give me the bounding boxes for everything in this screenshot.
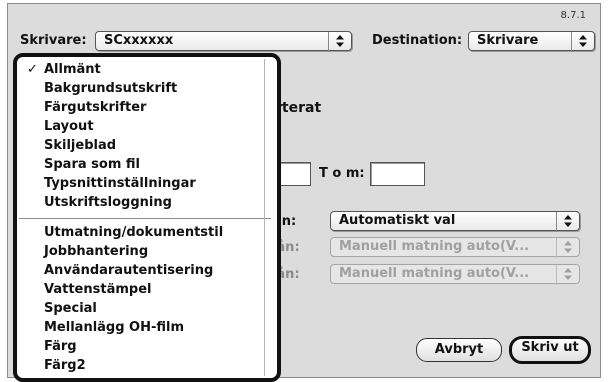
menu-item-farg2[interactable]: Färg2 (19, 356, 271, 375)
menu-item-label: Layout (44, 119, 94, 134)
menu-item-label: Allmänt (44, 62, 101, 77)
source1-value: Automatiskt val (339, 213, 456, 228)
menu-separator (19, 218, 271, 219)
updown-arrows-icon (556, 212, 579, 232)
check-icon: ✓ (27, 62, 38, 77)
menu-item-label: Typsnittinställningar (44, 176, 196, 191)
menu-item-label: Färgutskrifter (44, 100, 147, 115)
printer-value: SCxxxxxx (104, 33, 174, 48)
to-page-field[interactable] (370, 162, 425, 186)
updown-arrows-icon (556, 238, 579, 258)
menu-item-anvandarautentisering[interactable]: Användarautentisering (19, 261, 271, 280)
menu-item-allmant[interactable]: ✓ Allmänt (19, 60, 271, 79)
source3-popup: Manuell matning auto(V... (330, 264, 580, 285)
version-label: 8.7.1 (560, 10, 586, 21)
menu-item-label: Mellanlägg OH-film (44, 320, 185, 335)
menu-item-label: Användarautentisering (44, 263, 214, 278)
print-button[interactable]: Skriv ut (509, 336, 591, 364)
menu-item-typsnittinstallningar[interactable]: Typsnittinställningar (19, 174, 271, 193)
panel-menu: ✓ Allmänt Bakgrundsutskrift Färgutskrift… (13, 53, 281, 382)
menu-item-fargutskrifter[interactable]: Färgutskrifter (19, 98, 271, 117)
menu-item-jobbhantering[interactable]: Jobbhantering (19, 242, 271, 261)
source3-value: Manuell matning auto(V... (339, 266, 530, 281)
menu-item-label: Special (44, 301, 97, 316)
menu-item-label: Färg2 (44, 358, 86, 373)
printer-label: Skrivare: (20, 33, 87, 48)
source2-popup: Manuell matning auto(V... (330, 237, 580, 258)
menu-item-skiljeblad[interactable]: Skiljeblad (19, 136, 271, 155)
updown-arrows-icon (571, 32, 594, 52)
menu-item-label: Jobbhantering (44, 244, 149, 259)
menu-item-farg[interactable]: Färg (19, 337, 271, 356)
partial-radio-label: rterat (275, 100, 322, 116)
cancel-button[interactable]: Avbryt (416, 338, 502, 362)
updown-arrows-icon (328, 32, 351, 52)
updown-arrows-icon (556, 265, 579, 285)
menu-item-label: Utskriftsloggning (44, 195, 172, 210)
source1-popup[interactable]: Automatiskt val (330, 211, 580, 232)
panel-menu-list: ✓ Allmänt Bakgrundsutskrift Färgutskrift… (19, 60, 271, 375)
menu-item-label: Skiljeblad (44, 138, 117, 153)
menu-item-utskriftsloggning[interactable]: Utskriftsloggning (19, 193, 271, 212)
menu-item-special[interactable]: Special (19, 299, 271, 318)
menu-item-label: Vattenstämpel (44, 282, 152, 297)
menu-item-mellanlagg[interactable]: Mellanlägg OH-film (19, 318, 271, 337)
menu-item-bakgrundsutskrift[interactable]: Bakgrundsutskrift (19, 79, 271, 98)
source2-value: Manuell matning auto(V... (339, 239, 530, 254)
menu-item-label: Utmatning/dokumentstil (44, 225, 224, 240)
menu-item-spara-som-fil[interactable]: Spara som fil (19, 155, 271, 174)
menu-item-utmatning[interactable]: Utmatning/dokumentstil (19, 223, 271, 242)
menu-item-label: Färg (44, 339, 77, 354)
destination-label: Destination: (372, 33, 463, 48)
destination-popup[interactable]: Skrivare (468, 31, 595, 52)
printer-popup[interactable]: SCxxxxxx (95, 31, 352, 52)
to-page-label: T o m: (319, 166, 365, 181)
menu-item-label: Spara som fil (44, 157, 140, 172)
menu-item-vattenstampel[interactable]: Vattenstämpel (19, 280, 271, 299)
menu-scroll-track[interactable] (264, 59, 273, 376)
menu-item-label: Bakgrundsutskrift (44, 81, 178, 96)
menu-item-layout[interactable]: Layout (19, 117, 271, 136)
destination-value: Skrivare (477, 33, 539, 48)
